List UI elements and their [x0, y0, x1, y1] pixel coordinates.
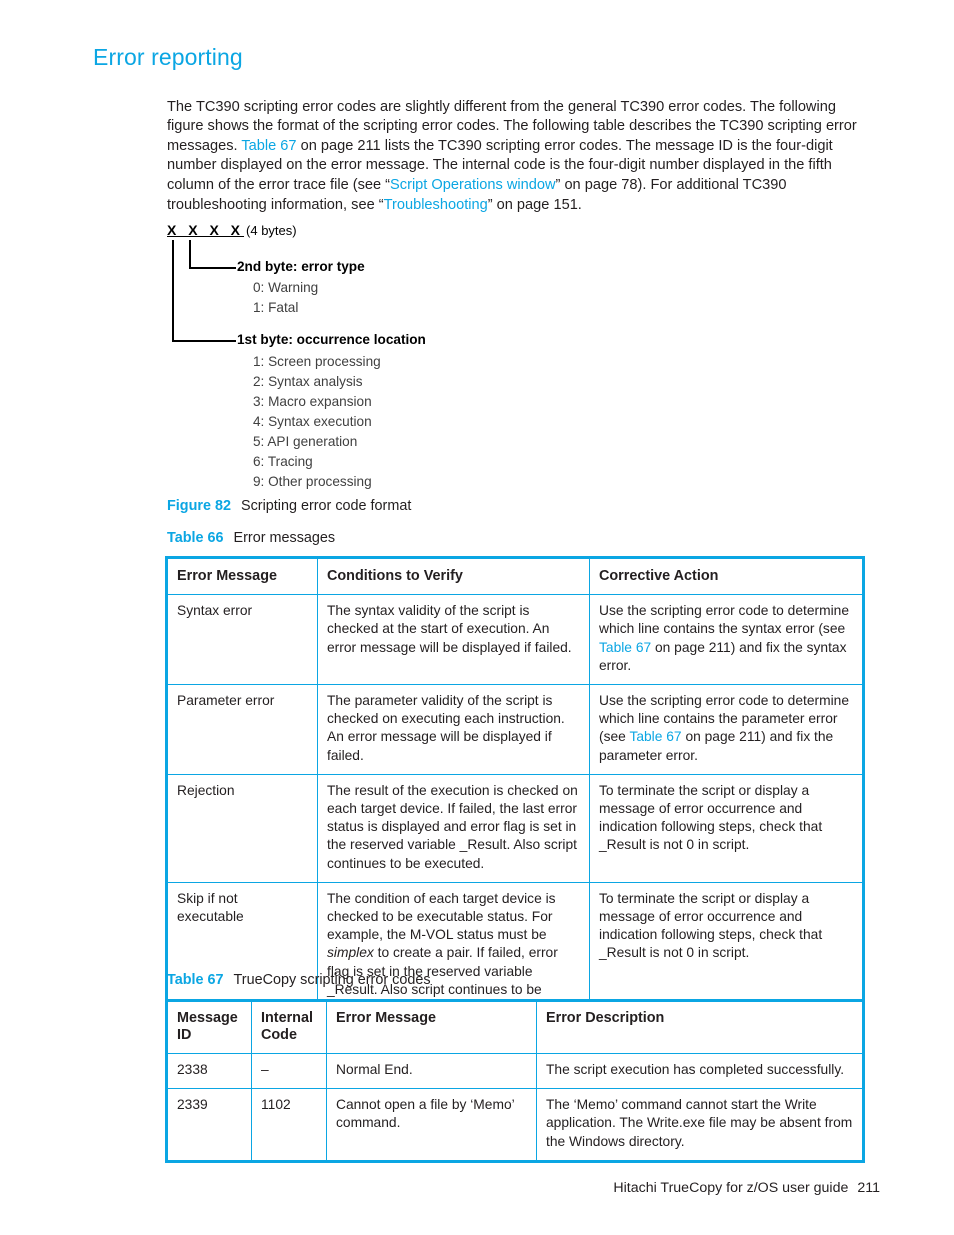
figure-byte1-item-5: 6: Tracing — [253, 454, 313, 469]
table-header-row: Error Message Conditions to Verify Corre… — [166, 556, 864, 596]
cell-error-description: The script execution has completed succe… — [536, 1052, 864, 1090]
error-messages-table: Error Message Conditions to Verify Corre… — [165, 556, 865, 1030]
cell-conditions: The syntax validity of the script is che… — [317, 594, 590, 686]
figure-82-number: Figure 82 — [167, 498, 231, 514]
link-troubleshooting[interactable]: Troubleshooting — [384, 197, 488, 213]
table-67-number: Table 67 — [167, 972, 224, 988]
truecopy-scripting-error-codes-table: Message ID Internal Code Error Message E… — [165, 999, 865, 1163]
table-66-text: Error messages — [233, 530, 336, 546]
column-header-error-message: Error Message — [166, 556, 318, 596]
cell-corrective-action: Use the scripting error code to determin… — [589, 594, 864, 686]
table-row: 2339 1102 Cannot open a file by ‘Memo’ c… — [166, 1088, 864, 1162]
table-row: Syntax error The syntax validity of the … — [166, 594, 864, 686]
figure-byte1-item-3: 4: Syntax execution — [253, 414, 372, 429]
footer-guide-title: Hitachi TrueCopy for z/OS user guide — [613, 1180, 849, 1196]
conditions-text-1: The condition of each target device is c… — [327, 890, 556, 943]
connector-horizontal-byte2 — [189, 267, 236, 269]
column-header-internal-code: Internal Code — [251, 1000, 327, 1054]
figure-byte1-item-2: 3: Macro expansion — [253, 394, 372, 409]
cell-message-id: 2338 — [166, 1052, 252, 1090]
cell-error-description: The ‘Memo’ command cannot start the Writ… — [536, 1088, 864, 1162]
cell-message-id: 2339 — [166, 1088, 252, 1162]
column-header-corrective-action: Corrective Action — [589, 556, 864, 596]
cell-error-message: Parameter error — [166, 684, 318, 775]
page-title: Error reporting — [93, 44, 243, 70]
cell-internal-code: 1102 — [251, 1088, 327, 1162]
footer-page-number: 211 — [857, 1180, 880, 1196]
conditions-emphasis: simplex — [327, 945, 374, 961]
cell-error-message: Rejection — [166, 773, 318, 883]
column-header-error-message: Error Message — [326, 1000, 537, 1054]
page-footer: Hitachi TrueCopy for z/OS user guide 211 — [0, 1180, 880, 1196]
figure-82-text: Scripting error code format — [240, 498, 412, 514]
cell-conditions: The parameter validity of the script is … — [317, 684, 590, 775]
figure-82-caption: Figure 82 Scripting error code format — [167, 498, 411, 514]
cell-corrective-action: Use the scripting error code to determin… — [589, 684, 864, 775]
cell-conditions: The result of the execution is checked o… — [317, 773, 590, 883]
document-page: Error reporting The TC390 scripting erro… — [0, 0, 954, 1235]
scripting-error-code-format-figure: X X X X (4 bytes) 2nd byte: error type 0:… — [167, 222, 587, 489]
column-header-conditions-to-verify: Conditions to Verify — [317, 556, 590, 596]
column-header-message-id: Message ID — [166, 1000, 252, 1054]
table-row: Parameter error The parameter validity o… — [166, 684, 864, 775]
link-table-67[interactable]: Table 67 — [599, 640, 651, 655]
figure-byte2-item-0: 0: Warning — [253, 280, 319, 295]
figure-byte1-item-4: 5: API generation — [253, 434, 358, 449]
cell-error-message: Syntax error — [166, 594, 318, 686]
cell-error-message: Cannot open a file by ‘Memo’ command. — [326, 1088, 537, 1162]
table-66-caption: Table 66 Error messages — [167, 530, 335, 546]
link-script-operations-window[interactable]: Script Operations window — [390, 177, 555, 193]
figure-byte2-item-1: 1: Fatal — [253, 300, 299, 315]
figure-byte2-label: 2nd byte: error type — [237, 259, 365, 274]
connector-horizontal-byte1 — [172, 340, 236, 342]
table-67-caption: Table 67 TrueCopy scripting error codes — [167, 972, 431, 988]
cell-error-message: Normal End. — [326, 1052, 537, 1090]
cell-corrective-action: To terminate the script or display a mes… — [589, 773, 864, 883]
action-text-1: Use the scripting error code to determin… — [599, 603, 849, 637]
table-header-row: Message ID Internal Code Error Message E… — [166, 1000, 864, 1054]
figure-byte1-label: 1st byte: occurrence location — [237, 332, 426, 347]
table-66-number: Table 66 — [167, 530, 224, 546]
table-row: 2338 – Normal End. The script execution … — [166, 1052, 864, 1090]
figure-bytes-note: (4 bytes) — [246, 223, 297, 238]
intro-paragraph: The TC390 scripting error codes are slig… — [167, 98, 875, 216]
cell-internal-code: – — [251, 1052, 327, 1090]
figure-byte1-item-0: 1: Screen processing — [253, 354, 381, 369]
figure-x-bytes: X X X X — [167, 222, 245, 238]
link-table-67-intro[interactable]: Table 67 — [241, 138, 296, 154]
column-header-error-description: Error Description — [536, 1000, 864, 1054]
figure-byte1-item-1: 2: Syntax analysis — [253, 374, 363, 389]
connector-vertical-byte2 — [189, 240, 191, 269]
figure-byte1-item-6: 9: Other processing — [253, 474, 372, 489]
link-table-67[interactable]: Table 67 — [629, 729, 681, 744]
table-row: Rejection The result of the execution is… — [166, 773, 864, 883]
connector-vertical-byte1 — [172, 240, 174, 342]
table-67-text: TrueCopy scripting error codes — [233, 972, 431, 988]
figure-bits-label: X X X X (4 bytes) — [167, 222, 297, 238]
intro-text-4: ” on page 151. — [487, 196, 582, 213]
